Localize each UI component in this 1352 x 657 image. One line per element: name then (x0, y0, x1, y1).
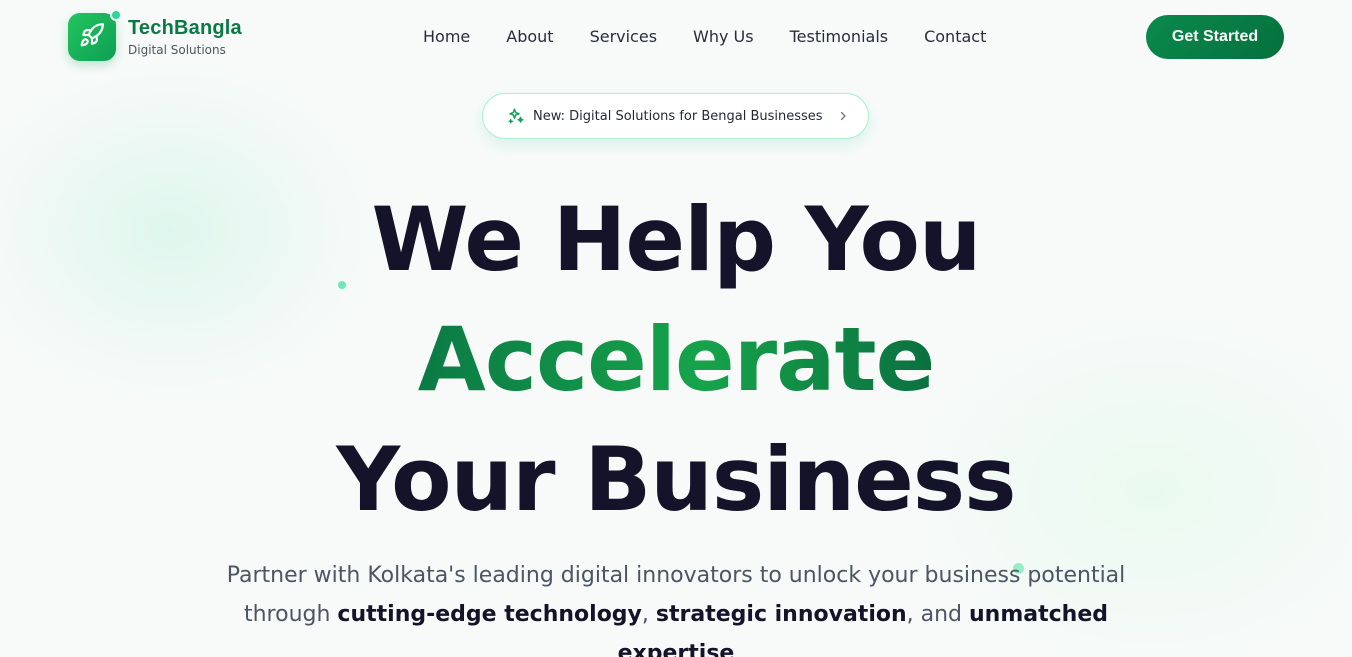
hero-headline-accent: Accelerate (417, 308, 935, 411)
nav-item-testimonials[interactable]: Testimonials (790, 26, 889, 48)
brand-logo-link[interactable]: TechBangla Digital Solutions (68, 9, 242, 61)
chevron-right-icon (837, 110, 849, 122)
rocket-icon (79, 22, 105, 52)
nav-item-why-us[interactable]: Why Us (693, 26, 754, 48)
site-header: TechBangla Digital Solutions Home About … (0, 0, 1352, 74)
brand-tagline: Digital Solutions (128, 42, 226, 57)
announcement-pill[interactable]: New: Digital Solutions for Bengal Busine… (482, 93, 869, 139)
nav-item-contact[interactable]: Contact (924, 26, 986, 48)
hero-headline-line1: We Help You (371, 188, 981, 291)
subtitle-highlight: cutting-edge technology (337, 602, 642, 627)
sparkles-icon (507, 107, 525, 125)
main-nav: Home About Services Why Us Testimonials … (423, 26, 986, 48)
nav-item-services[interactable]: Services (590, 26, 657, 48)
hero-headline: We Help You Accelerate Your Business (0, 180, 1352, 540)
announcement-text: New: Digital Solutions for Bengal Busine… (533, 108, 823, 124)
nav-item-about[interactable]: About (506, 26, 553, 48)
get-started-button[interactable]: Get Started (1146, 15, 1284, 59)
subtitle-highlight: strategic innovation (655, 602, 907, 627)
subtitle-text: , and (906, 602, 970, 627)
logo-status-dot (110, 9, 122, 21)
hero-subtitle: Partner with Kolkata's leading digital i… (226, 556, 1126, 657)
subtitle-text: , (641, 602, 656, 627)
hero-headline-line3: Your Business (336, 428, 1016, 531)
brand-name: TechBangla (128, 16, 242, 39)
nav-item-home[interactable]: Home (423, 26, 470, 48)
logo-badge (68, 9, 122, 61)
